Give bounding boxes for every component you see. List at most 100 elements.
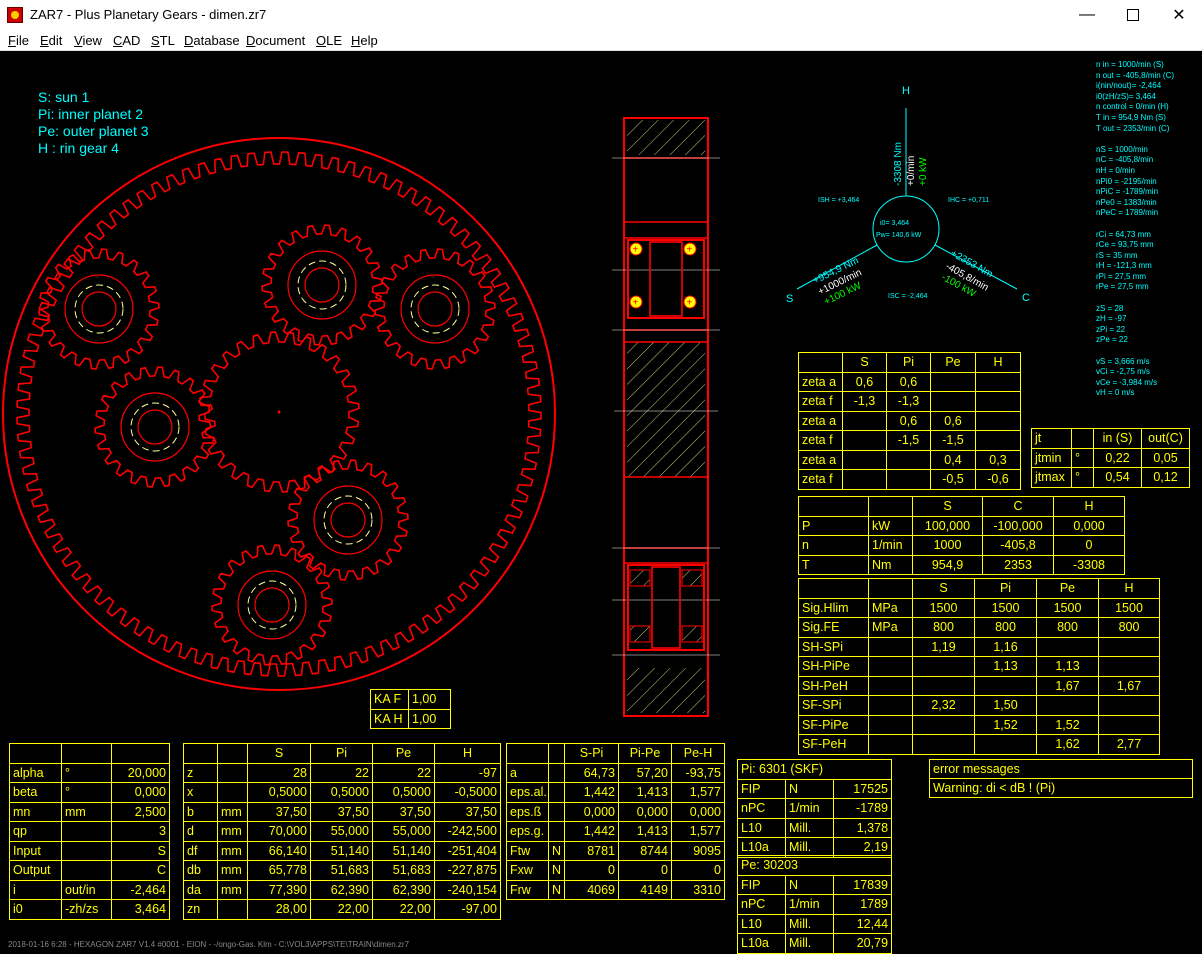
menu-document[interactable]: Document: [246, 33, 305, 48]
menu-cad[interactable]: CAD: [113, 33, 140, 48]
planet-gear: [374, 248, 496, 370]
gear-cell: [217, 899, 248, 920]
bpe-cell: 17839: [832, 874, 893, 895]
strength-cell: 800: [912, 617, 975, 638]
tapered-roller: [681, 569, 703, 587]
menu-view[interactable]: View: [74, 33, 102, 48]
strength-cell: [912, 675, 975, 696]
gear-cell: 66,140: [247, 840, 311, 861]
gear-cell: -97,00: [434, 899, 501, 920]
power-cell: 2353: [982, 554, 1054, 575]
zeta-cell: [930, 391, 976, 412]
info-line: T out = 2353/min (C): [1096, 123, 1170, 133]
gear-cell: 22,00: [310, 899, 373, 920]
strength-cell: Sig.FE: [798, 617, 869, 638]
planet-bore: [330, 502, 366, 538]
strength-cell: [912, 714, 975, 735]
title-bar: ZAR7 - Plus Planetary Gears - dimen.zr7 …: [0, 0, 1202, 30]
gear-cell: H: [434, 743, 501, 764]
mesh-row: eps.ß 0,000 0,000 0,000: [506, 801, 725, 822]
ka-cell: 1,00: [408, 708, 451, 729]
maximize-button[interactable]: [1110, 0, 1156, 30]
bpe-row: L10a Mill. 20,79: [737, 933, 893, 954]
ka-row: KA F 1,00: [370, 689, 451, 710]
app-icon[interactable]: [7, 7, 23, 23]
gear-cell: mm: [217, 879, 248, 900]
strength-cell: 800: [974, 617, 1037, 638]
menu-file[interactable]: File: [8, 33, 29, 48]
gear-geometry-table: S Pi Pe Hz 28 22 22 -97 x 0,5000 0,5000 0,5000 -0,50…: [183, 743, 501, 920]
info-line: rH = -121,3 mm: [1096, 261, 1152, 271]
gear-cell: 62,390: [372, 879, 435, 900]
strength-cell: [798, 578, 869, 599]
gear-cell: 55,000: [372, 821, 435, 842]
minimize-button[interactable]: —: [1064, 0, 1110, 30]
menu-help[interactable]: Help: [351, 33, 378, 48]
jt-cell: in (S): [1093, 428, 1142, 449]
info-line: [1096, 346, 1174, 357]
basic-cell: °: [61, 762, 112, 783]
basic-cell: i: [9, 879, 62, 900]
bpe-cell: L10: [737, 913, 786, 934]
strength-cell: [912, 734, 975, 755]
strength-cell: SF-PeH: [798, 734, 869, 755]
cross-section-drawing: + + + +: [612, 117, 720, 717]
zeta-cell: zeta a: [798, 449, 843, 470]
basic-cell: out/in: [61, 879, 112, 900]
menu-ole[interactable]: OLE: [316, 33, 342, 48]
power-cell: [798, 496, 869, 517]
strength-cell: [974, 734, 1037, 755]
gear-cell: 37,50: [310, 801, 373, 822]
strength-row: SH-PeH 1,67 1,67: [798, 675, 1160, 696]
bpi-row: L10 Mill. 1,378: [737, 817, 893, 838]
power-cell: n: [798, 535, 869, 556]
bpe-row: nPC 1/min 1789: [737, 894, 893, 915]
zeta-cell: 0,4: [930, 449, 976, 470]
info-line: nC = -405,8/min: [1096, 155, 1154, 165]
gear-cell: 0,5000: [247, 782, 311, 803]
status-line: 2018-01-16 6:28 - HEXAGON ZAR7 V1.4 #000…: [8, 940, 410, 949]
info-line: vCi = -2,75 m/s: [1096, 367, 1151, 377]
info-line: n out = -405,8/min (C): [1096, 70, 1175, 80]
strength-row: SF-PiPe 1,52 1,52: [798, 714, 1160, 735]
diagram-ish: ISH = +3,464: [818, 197, 859, 204]
strength-cell: 1500: [912, 597, 975, 618]
strength-cell: 1,16: [974, 636, 1037, 657]
planet-gear: [211, 544, 333, 666]
strength-cell: S: [912, 578, 975, 599]
section-hatch-top: [627, 120, 705, 155]
strength-cell: [868, 675, 913, 696]
ka-table: KA F 1,00 KA H 1,00: [370, 689, 451, 729]
bpi-cell: nPC: [737, 798, 786, 819]
menu-database[interactable]: Database: [184, 33, 240, 48]
gear-cell: df: [183, 840, 218, 861]
zeta-cell: H: [975, 352, 1021, 373]
strength-cell: SH-PeH: [798, 675, 869, 696]
info-line: vCe = -3,984 m/s: [1096, 377, 1158, 387]
section-hatch-bottom: [627, 668, 705, 713]
mesh-cell: 64,73: [564, 762, 619, 783]
strength-row: SH-PiPe 1,13 1,13: [798, 656, 1160, 677]
bpi-cell: 1/min: [785, 798, 834, 819]
bpe-cell: Pe: 30203: [736, 855, 893, 876]
zeta-table: S Pi Pe Hzeta a 0,6 0,6 zeta f -1,3 -1,3 zeta a 0,…: [798, 352, 1021, 490]
tapered-roller: [629, 625, 651, 643]
info-line: nS = 1000/min: [1096, 144, 1148, 154]
strength-cell: 1500: [1036, 597, 1099, 618]
close-icon: ✕: [1172, 7, 1186, 24]
close-button[interactable]: ✕: [1156, 0, 1202, 30]
strength-cell: SH-PiPe: [798, 656, 869, 677]
tapered-roller: [681, 625, 703, 643]
bpi-cell: FIP: [737, 778, 786, 799]
menu-stl[interactable]: STL: [151, 33, 175, 48]
strength-cell: 1,19: [912, 636, 975, 657]
basic-cell: C: [111, 860, 170, 881]
menu-edit[interactable]: Edit: [40, 33, 62, 48]
strength-cell: SH-SPi: [798, 636, 869, 657]
basic-cell: qp: [9, 821, 62, 842]
mesh-cell: 57,20: [618, 762, 672, 783]
gear-cell: 37,50: [247, 801, 311, 822]
section-hatch-middle: [627, 342, 705, 477]
zeta-row: zeta a 0,6 0,6: [798, 410, 1021, 431]
bpe-cell: FIP: [737, 874, 786, 895]
